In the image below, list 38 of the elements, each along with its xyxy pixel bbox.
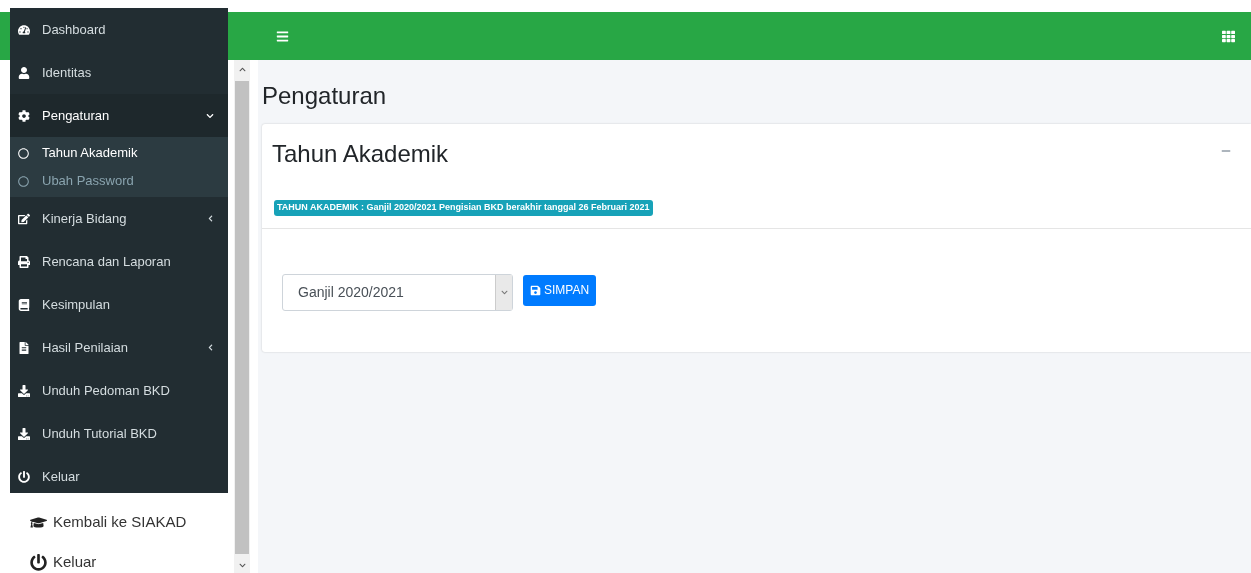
sidebar-item[interactable]: Dashboard: [10, 8, 228, 51]
sidebar-item[interactable]: Unduh Tutorial BKD: [10, 412, 228, 455]
sidebar-item[interactable]: Kesimpulan: [10, 283, 228, 326]
grid-icon[interactable]: [1222, 29, 1235, 43]
scrollbar[interactable]: [234, 60, 250, 573]
submenu-item[interactable]: Ubah Password: [10, 167, 228, 195]
sidebar-link[interactable]: Keluar: [30, 551, 234, 573]
scroll-up-icon[interactable]: [238, 66, 246, 73]
edit-icon: [18, 212, 30, 225]
sidebar-item[interactable]: Rencana dan Laporan: [10, 240, 228, 283]
save-button[interactable]: SIMPAN: [523, 274, 597, 306]
scrollbar-thumb[interactable]: [235, 81, 249, 554]
download-icon: [18, 384, 30, 397]
book-icon: [18, 298, 30, 311]
user-icon: [18, 66, 30, 79]
save-icon: [530, 284, 541, 296]
page-title: Pengaturan: [262, 81, 388, 111]
sidebar-item[interactable]: Kinerja Bidang: [10, 197, 228, 240]
sidebar-item[interactable]: Identitas: [10, 51, 228, 94]
scroll-down-icon[interactable]: [238, 562, 246, 569]
info-badge: TAHUN AKADEMIK : Ganjil 2020/2021 Pengisian BKD berakhir tanggal 26 Februari 2021: [274, 200, 653, 216]
sidebar-link[interactable]: Kembali ke SIAKAD: [30, 511, 234, 533]
sidebar-item[interactable]: Keluar: [10, 455, 228, 498]
printer-icon: [18, 255, 30, 268]
power-icon: [30, 553, 47, 571]
sidebar-item[interactable]: Hasil Penilaian: [10, 326, 228, 369]
sidebar-item[interactable]: Unduh Pedoman BKD: [10, 369, 228, 412]
dashboard-icon: [18, 23, 30, 36]
gear-icon: [18, 109, 30, 122]
document-icon: [18, 341, 30, 354]
menu-icon[interactable]: [276, 29, 289, 43]
sidebar-item[interactable]: Pengaturan: [10, 94, 228, 137]
year-select[interactable]: Ganjil 2020/2021: [282, 274, 513, 311]
dropdown-icon: [500, 289, 508, 296]
power-icon: [18, 470, 30, 483]
submenu-item[interactable]: Tahun Akademik: [10, 139, 228, 167]
download-icon: [18, 427, 30, 440]
card-title: Tahun Akademik: [272, 139, 449, 169]
